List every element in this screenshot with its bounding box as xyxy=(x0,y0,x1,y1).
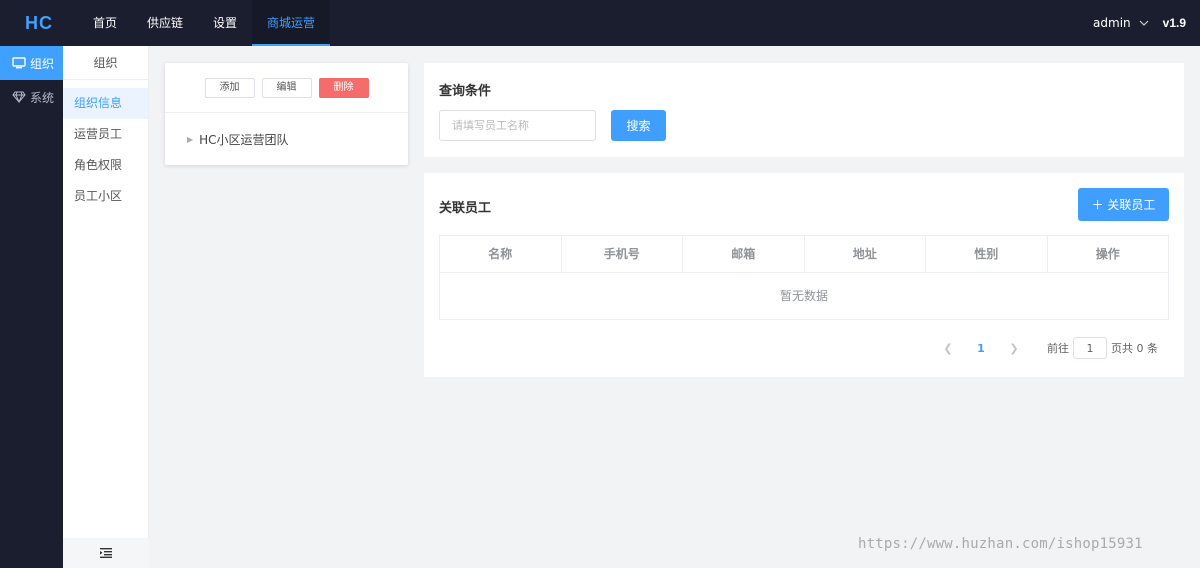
tree-toolbar: 添加 编辑 删除 xyxy=(165,63,408,113)
plus-icon: ＋ xyxy=(1091,198,1104,212)
link-staff-label: 关联员工 xyxy=(1107,198,1156,212)
edit-button[interactable]: 编辑 xyxy=(261,77,312,98)
sidebar-item-organization[interactable]: 组织 xyxy=(0,46,63,80)
sub-item-staff-communities[interactable]: 员工小区 xyxy=(63,181,148,212)
next-page-icon[interactable]: ❯ xyxy=(1001,342,1027,355)
sub-sidebar: 组织 组织信息 运营员工 角色权限 员工小区 xyxy=(63,46,149,568)
goto-page-input[interactable] xyxy=(1073,337,1107,359)
sub-sidebar-title: 组织 xyxy=(63,46,148,80)
tree-node-root[interactable]: ▶ HC小区运营团队 xyxy=(187,131,289,148)
staff-name-input[interactable] xyxy=(439,110,596,141)
tree-node-label: HC小区运营团队 xyxy=(199,133,289,147)
monitor-icon xyxy=(12,57,26,69)
query-title: 查询条件 xyxy=(439,84,492,99)
total-label: 页共 0 条 xyxy=(1111,342,1158,355)
pagination: ❮ 1 ❯ 前往 页共 0 条 xyxy=(935,337,1158,359)
watermark: https://www.huzhan.com/ishop15931 xyxy=(858,536,1143,552)
sidebar-item-system[interactable]: 系统 xyxy=(0,80,63,114)
delete-button[interactable]: 删除 xyxy=(318,77,369,98)
logo[interactable]: HC xyxy=(0,0,78,46)
caret-right-icon[interactable]: ▶ xyxy=(187,135,193,144)
user-menu[interactable]: admin xyxy=(1093,16,1163,30)
icon-sidebar: 组织 系统 xyxy=(0,46,63,568)
user-name: admin xyxy=(1093,16,1131,30)
search-button[interactable]: 搜索 xyxy=(611,110,666,141)
staff-table: 名称 手机号 邮箱 地址 性别 操作 暂无数据 xyxy=(439,235,1169,320)
add-button[interactable]: 添加 xyxy=(204,77,255,98)
sub-item-role-permissions[interactable]: 角色权限 xyxy=(63,150,148,181)
page-number[interactable]: 1 xyxy=(961,342,1001,355)
table-header: 名称 手机号 邮箱 地址 性别 操作 xyxy=(440,236,1168,273)
nav-item-supply-chain[interactable]: 供应链 xyxy=(132,0,198,46)
collapse-sidebar-button[interactable] xyxy=(63,538,149,568)
query-card: 查询条件 搜索 xyxy=(424,63,1184,157)
nav-item-settings[interactable]: 设置 xyxy=(198,0,252,46)
column-header-actions: 操作 xyxy=(1095,247,1120,261)
sidebar-item-label: 系统 xyxy=(30,90,55,105)
org-tree-card: 添加 编辑 删除 ▶ HC小区运营团队 xyxy=(165,63,408,165)
staff-title: 关联员工 xyxy=(439,201,492,216)
column-header-email: 邮箱 xyxy=(683,236,805,272)
top-bar: HC 首页 供应链 设置 商城运营 admin v1.9 xyxy=(0,0,1200,46)
sub-item-operations-staff[interactable]: 运营员工 xyxy=(63,119,148,150)
nav-item-home[interactable]: 首页 xyxy=(78,0,132,46)
column-header-name: 名称 xyxy=(440,236,562,272)
indent-icon xyxy=(100,548,112,558)
related-staff-card: 关联员工 ＋ 关联员工 名称 手机号 邮箱 地址 性别 操作 暂无数据 ❮ 1 … xyxy=(424,173,1184,377)
prev-page-icon[interactable]: ❮ xyxy=(935,342,961,355)
top-right: admin v1.9 xyxy=(1093,0,1186,46)
nav-item-mall-operations[interactable]: 商城运营 xyxy=(252,0,331,46)
chevron-down-icon xyxy=(1139,18,1149,29)
sidebar-item-label: 组织 xyxy=(30,56,55,71)
link-staff-button[interactable]: ＋ 关联员工 xyxy=(1078,188,1169,221)
table-empty-text: 暂无数据 xyxy=(779,289,828,303)
column-header-address: 地址 xyxy=(805,236,926,272)
sub-item-org-info[interactable]: 组织信息 xyxy=(63,88,148,119)
column-header-gender: 性别 xyxy=(926,236,1048,272)
version-label: v1.9 xyxy=(1162,16,1186,30)
top-nav: 首页 供应链 设置 商城运营 xyxy=(78,0,331,46)
diamond-icon xyxy=(12,91,26,103)
goto-label: 前往 xyxy=(1047,342,1069,355)
column-header-phone: 手机号 xyxy=(562,236,683,272)
